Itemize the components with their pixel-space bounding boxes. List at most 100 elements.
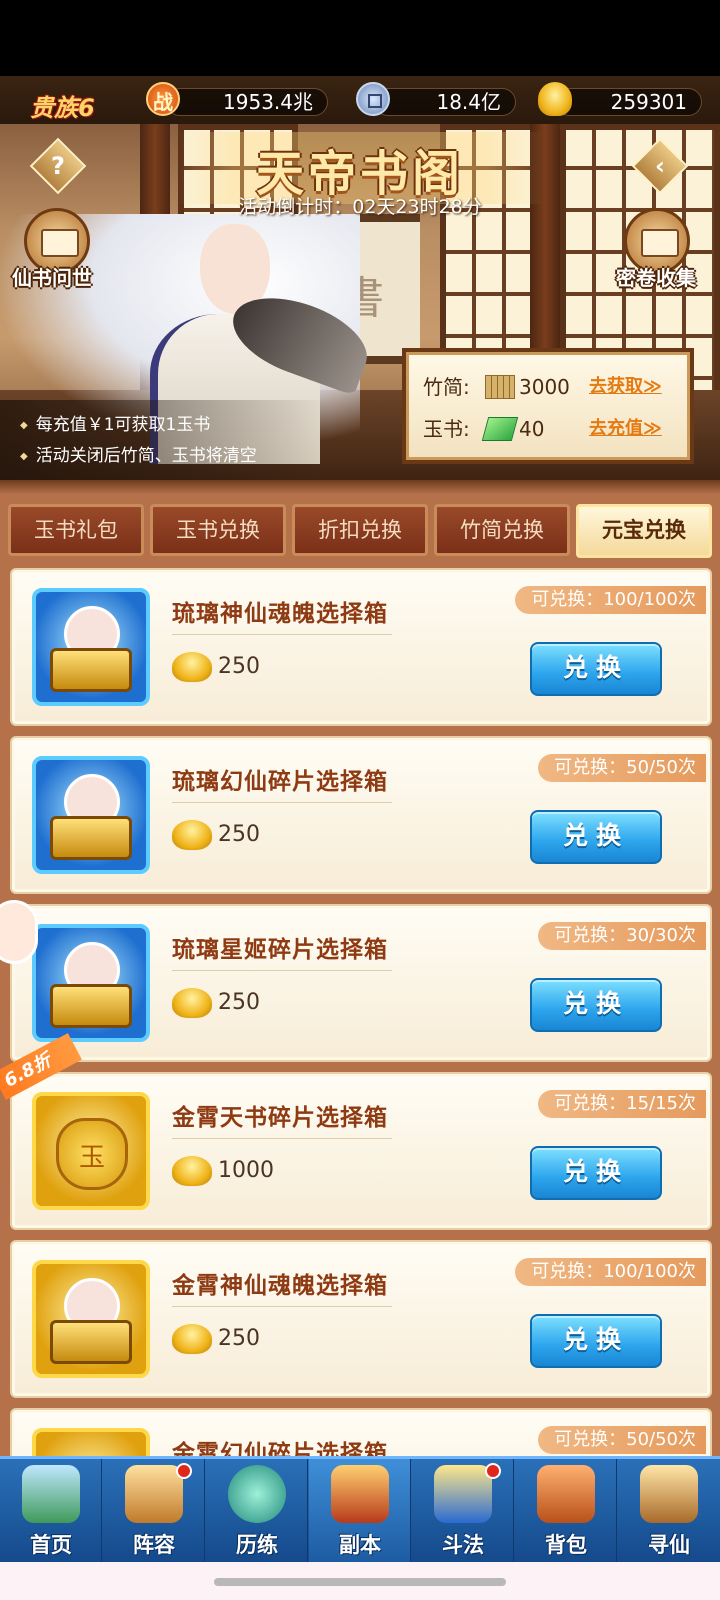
item-price: 250 — [218, 654, 260, 679]
bamboo-slip-value: 3000 — [519, 375, 570, 399]
exchange-button[interactable]: 兑换 — [530, 1314, 662, 1368]
item-price: 250 — [218, 1326, 260, 1351]
treasure-bag-icon — [56, 1118, 128, 1190]
list-item: 6.8折 金霄天书碎片选择箱 1000 可兑换：15/15次 兑换 — [0, 1033, 712, 1230]
exchange-button[interactable]: 兑换 — [530, 978, 662, 1032]
training-icon — [228, 1465, 286, 1523]
divider — [172, 634, 392, 635]
item-name: 金霄幻仙碎片选择箱 — [172, 1441, 388, 1456]
coin-value[interactable]: 18.4亿 — [374, 88, 516, 116]
nav-seek-immortal[interactable]: 寻仙 — [618, 1459, 720, 1565]
item-icon[interactable] — [32, 588, 150, 706]
backpack-icon — [537, 1465, 595, 1523]
item-price: 250 — [218, 990, 260, 1015]
exchange-limit-badge: 可兑换：15/15次 — [538, 1090, 706, 1118]
tab-jade-book-pack[interactable]: 玉书礼包 — [8, 504, 144, 556]
item-icon[interactable] — [32, 1092, 150, 1210]
nav-battle[interactable]: 斗法 — [412, 1459, 514, 1565]
gold-ingot-icon — [172, 652, 212, 682]
question-mark-icon: ? — [51, 152, 65, 180]
nav-label: 寻仙 — [648, 1533, 690, 1557]
exchange-list[interactable]: 琉璃神仙魂魄选择箱 250 可兑换：100/100次 兑换 琉璃幻仙碎片选择箱 … — [0, 560, 720, 1456]
tab-bar: 玉书礼包 玉书兑换 折扣兑换 竹简兑换 元宝兑换 — [0, 480, 720, 560]
item-name: 琉璃幻仙碎片选择箱 — [172, 769, 388, 795]
nav-label: 背包 — [545, 1533, 587, 1557]
help-button[interactable]: ? — [29, 137, 87, 195]
gold-ingot-icon — [172, 1324, 212, 1354]
ingot-value[interactable]: 259301 — [556, 88, 702, 116]
item-price: 250 — [218, 822, 260, 847]
treasure-chest-icon — [50, 648, 132, 692]
item-price: 1000 — [218, 1158, 274, 1183]
list-item: 金霄幻仙碎片选择箱 可兑换：50/50次 — [10, 1408, 712, 1456]
nav-label: 副本 — [339, 1533, 381, 1557]
tab-ingot-exchange[interactable]: 元宝兑换 — [576, 504, 712, 558]
tab-discount-exchange[interactable]: 折扣兑换 — [292, 504, 428, 556]
item-icon[interactable] — [32, 1428, 150, 1456]
jade-book-value: 40 — [519, 417, 545, 441]
gold-ingot-icon — [172, 820, 212, 850]
item-name: 金霄神仙魂魄选择箱 — [172, 1273, 388, 1299]
get-bamboo-link[interactable]: 去获取 — [589, 369, 662, 405]
exchange-button[interactable]: 兑换 — [530, 1146, 662, 1200]
nav-label: 斗法 — [442, 1533, 484, 1557]
battle-icon — [434, 1465, 492, 1523]
nav-lineup[interactable]: 阵容 — [103, 1459, 205, 1565]
divider — [172, 1138, 392, 1139]
list-item: 琉璃幻仙碎片选择箱 250 可兑换：50/50次 兑换 — [10, 736, 712, 894]
list-item: 金霄神仙魂魄选择箱 250 可兑换：100/100次 兑换 — [10, 1240, 712, 1398]
gold-ingot-icon — [172, 1156, 212, 1186]
vip-level[interactable]: 贵族6 — [30, 88, 95, 123]
item-icon[interactable] — [32, 924, 150, 1042]
gold-ingot-icon — [172, 988, 212, 1018]
bottom-nav: 首页 阵容 历练 副本 斗法 背包 寻仙 — [0, 1456, 720, 1565]
bamboo-slip-icon — [485, 375, 515, 399]
nav-label: 历练 — [236, 1533, 278, 1557]
nav-dungeon[interactable]: 副本 — [309, 1459, 411, 1565]
copper-coin-icon — [356, 82, 390, 116]
currency-label: 玉书: — [423, 417, 470, 441]
item-name: 琉璃神仙魂魄选择箱 — [172, 601, 388, 627]
recharge-link[interactable]: 去充值 — [589, 411, 662, 447]
note-line: 活动关闭后竹简、玉书将清空 — [20, 441, 330, 472]
divider — [172, 802, 392, 803]
exchange-limit-badge: 可兑换：100/100次 — [515, 1258, 706, 1286]
floating-assistant-avatar[interactable] — [0, 900, 38, 964]
back-arrow-icon: ‹ — [655, 152, 665, 180]
item-name: 金霄天书碎片选择箱 — [172, 1105, 388, 1131]
immortal-book-button-label[interactable]: 仙书问世 — [12, 262, 92, 291]
currency-panel: 竹简: 3000 去获取 玉书: 40 去充值 — [406, 352, 690, 460]
exchange-button[interactable]: 兑换 — [530, 810, 662, 864]
list-item: 琉璃神仙魂魄选择箱 250 可兑换：100/100次 兑换 — [10, 568, 712, 726]
lineup-icon — [125, 1465, 183, 1523]
exchange-limit-badge: 可兑换：30/30次 — [538, 922, 706, 950]
nav-label: 首页 — [30, 1533, 72, 1557]
item-icon[interactable] — [32, 756, 150, 874]
home-indicator[interactable] — [214, 1578, 506, 1586]
currency-label: 竹简: — [423, 375, 470, 399]
status-bar-area — [0, 0, 720, 76]
tab-jade-book-exchange[interactable]: 玉书兑换 — [150, 504, 286, 556]
exchange-button[interactable]: 兑换 — [530, 642, 662, 696]
item-name: 琉璃星姬碎片选择箱 — [172, 937, 388, 963]
dungeon-icon — [331, 1465, 389, 1523]
exchange-limit-badge: 可兑换：50/50次 — [538, 754, 706, 782]
home-icon — [22, 1465, 80, 1523]
nav-training[interactable]: 历练 — [206, 1459, 308, 1565]
notification-dot — [485, 1463, 501, 1479]
gesture-bar — [0, 1562, 720, 1600]
jade-book-row: 玉书: 40 去充值 — [423, 411, 683, 447]
divider — [172, 970, 392, 971]
gold-ingot-icon — [538, 82, 572, 116]
nav-label: 阵容 — [133, 1533, 175, 1557]
nav-backpack[interactable]: 背包 — [515, 1459, 617, 1565]
tab-bamboo-exchange[interactable]: 竹简兑换 — [434, 504, 570, 556]
battle-power-value: 1953.4兆 — [166, 88, 328, 116]
event-countdown: 活动倒计时：02天23时28分 — [238, 196, 482, 218]
exchange-limit-badge: 可兑换：50/50次 — [538, 1426, 706, 1454]
nav-home[interactable]: 首页 — [0, 1459, 102, 1565]
item-icon[interactable] — [32, 1260, 150, 1378]
secret-scroll-button-label[interactable]: 密卷收集 — [616, 262, 696, 291]
note-line: 每充值￥1可获取1玉书 — [20, 410, 330, 441]
resource-bar: 贵族6 1953.4兆 18.4亿 259301 — [0, 76, 720, 124]
